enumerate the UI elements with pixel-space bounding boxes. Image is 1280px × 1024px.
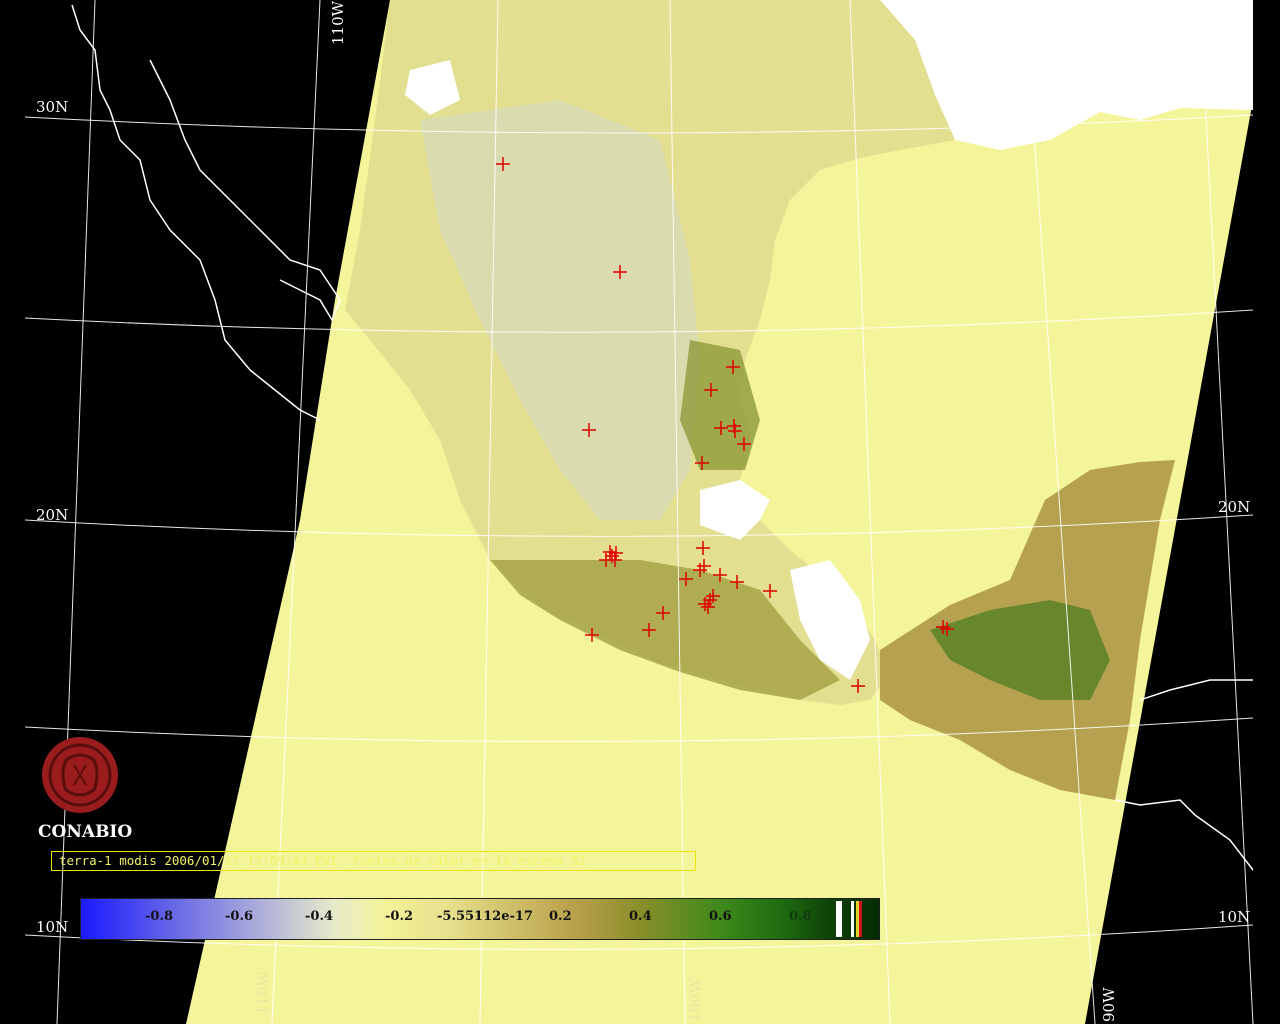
colorbar-tick: -5.55112e-17	[437, 909, 533, 924]
label-20n-right: 20N	[1218, 498, 1250, 516]
colorbar-tick: -0.6	[225, 909, 254, 924]
colorbar-tick: 0.8	[789, 909, 812, 924]
label-10n-left: 10N	[36, 918, 68, 936]
scene-caption: terra-1 modis 2006/01/17 17:09:44 EVI. P…	[51, 851, 696, 871]
label-10n-right: 10N	[1218, 908, 1250, 926]
conabio-logo	[36, 735, 132, 819]
colorbar-tick: -0.2	[385, 909, 414, 924]
label-20n-left: 20N	[36, 506, 68, 524]
label-100w-bottom: 100W	[686, 977, 704, 1022]
coastline-baja	[71, 4, 341, 421]
colorbar-tick: 0.6	[709, 909, 732, 924]
conabio-emblem-icon	[42, 737, 118, 813]
label-30n: 30N	[36, 98, 68, 116]
colorbar-tick: 0.2	[549, 909, 572, 924]
colorbar-tick: -0.4	[305, 909, 334, 924]
colorbar-tick: -0.8	[145, 909, 174, 924]
label-110w-bottom: 110W	[254, 970, 272, 1015]
label-90w-bottom: 90W	[1100, 987, 1118, 1022]
label-110w-top: 110W	[329, 0, 347, 45]
colorbar-tick: 0.4	[629, 909, 652, 924]
colorbar-white-marker	[836, 901, 842, 937]
evi-colorbar: -0.8 -0.6 -0.4 -0.2 -5.55112e-17 0.2 0.4…	[80, 898, 880, 940]
colorbar-white-marker	[851, 901, 854, 937]
conabio-logo-text: CONABIO	[38, 822, 133, 842]
colorbar-red-marker	[859, 901, 862, 937]
